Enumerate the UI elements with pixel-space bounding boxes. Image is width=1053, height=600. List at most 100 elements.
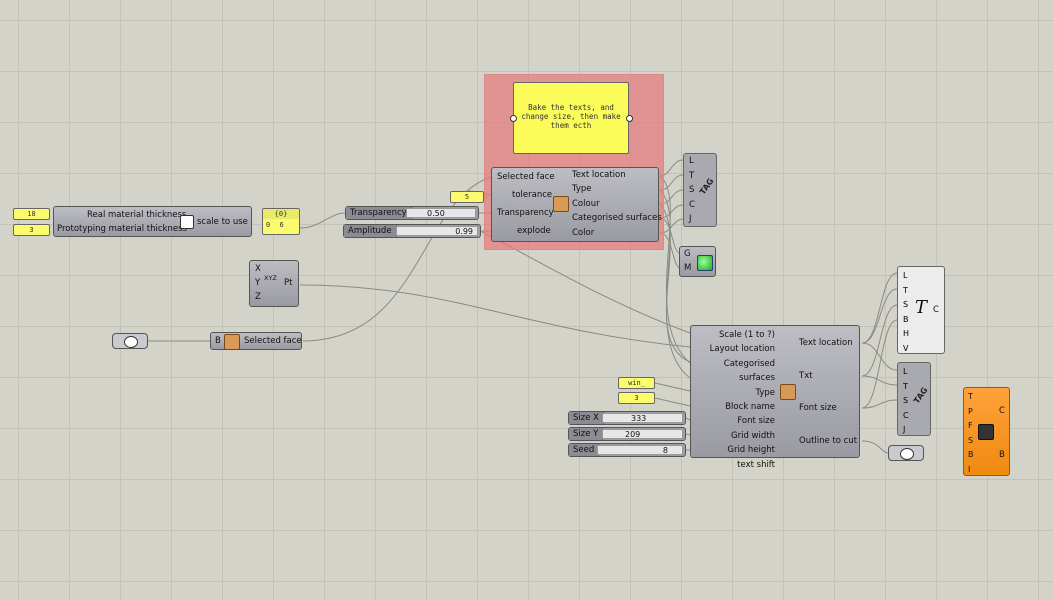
input-transparency[interactable]: Transparency [497, 208, 554, 218]
output-c[interactable]: C [933, 305, 939, 315]
tolerance-panel[interactable]: 5 [450, 191, 484, 203]
input-x[interactable]: X [255, 264, 261, 274]
real-thickness-panel[interactable]: 18 [13, 208, 50, 220]
wire [861, 375, 898, 386]
output-type[interactable]: Type [572, 184, 592, 194]
input-categorised-surfaces[interactable]: Categorised surfaces [691, 357, 775, 386]
output-text-location[interactable]: Text location [799, 338, 853, 348]
export-icon [978, 424, 994, 440]
input-y[interactable]: Y [255, 278, 260, 288]
text-tag-component[interactable]: L T S B H V T C [897, 266, 945, 354]
input-layout-location[interactable]: Layout location [691, 342, 775, 356]
port-t[interactable]: T [689, 171, 694, 181]
block-name-panel[interactable]: win_ [618, 377, 655, 389]
input-block-name[interactable]: Block name [691, 400, 775, 414]
input-selected-face[interactable]: Selected face [497, 172, 555, 182]
port-m[interactable]: M [684, 263, 691, 273]
output-outline-to-cut[interactable]: Outline to cut [799, 436, 857, 446]
brep-icon [124, 336, 138, 348]
input-proto-thickness[interactable]: Prototyping material thickness [57, 224, 187, 234]
scale-component[interactable]: Real material thickness Prototyping mate… [53, 206, 252, 237]
panel-value: win_ [628, 379, 645, 387]
brep-param[interactable] [112, 333, 148, 349]
input-p[interactable]: P [968, 405, 974, 420]
preview-icon [697, 255, 713, 271]
port-v[interactable]: V [903, 342, 909, 357]
output-scale[interactable]: scale to use [197, 217, 248, 227]
port-s[interactable]: S [903, 298, 909, 313]
output-c[interactable]: C [999, 406, 1005, 416]
selected-face-component[interactable]: B Selected face [210, 332, 302, 350]
input-f[interactable]: F [968, 419, 974, 434]
input-grid-height[interactable]: Grid height [691, 443, 775, 457]
output-font-size[interactable]: Font size [799, 403, 837, 413]
input-scale[interactable]: Scale (1 to ?) [691, 328, 775, 342]
output-txt[interactable]: Txt [799, 371, 813, 381]
size-x-slider[interactable]: Size X 333 [568, 411, 686, 425]
font-size-panel[interactable]: 3 [618, 392, 655, 404]
port-j[interactable]: J [689, 214, 692, 224]
export-component[interactable]: T P F S B I C B [963, 387, 1010, 476]
curve-param[interactable] [888, 445, 924, 461]
slider-track[interactable]: 8 [597, 445, 683, 455]
preview-component[interactable]: G M [679, 246, 716, 277]
transparency-slider[interactable]: Transparency 0.50 [345, 206, 479, 220]
output-colour[interactable]: Colour [572, 199, 600, 209]
output-text-location[interactable]: Text location [572, 170, 626, 180]
note-input-port[interactable] [510, 115, 517, 122]
slider-track[interactable]: 333 [602, 413, 683, 423]
input-text-shift[interactable]: text shift [691, 458, 775, 472]
input-explode[interactable]: explode [517, 226, 551, 236]
input-type[interactable]: Type [691, 386, 775, 400]
note-panel[interactable]: Bake the texts, and change size, then ma… [513, 82, 629, 154]
slider-value: 0.99 [455, 227, 473, 236]
port-t[interactable]: T [903, 284, 909, 299]
seed-slider[interactable]: Seed 8 [568, 443, 686, 457]
curve-icon [900, 448, 914, 460]
slider-track[interactable]: 0.50 [406, 208, 476, 218]
port-j[interactable]: J [903, 423, 909, 438]
input-b[interactable]: B [215, 336, 221, 346]
port-t[interactable]: T [903, 380, 909, 395]
port-h[interactable]: H [903, 327, 909, 342]
tolerance-value: 5 [464, 193, 470, 201]
amplitude-slider[interactable]: Amplitude 0.99 [343, 224, 481, 238]
port-c[interactable]: C [903, 409, 909, 424]
input-tolerance[interactable]: tolerance [512, 190, 552, 200]
note-output-port[interactable] [626, 115, 633, 122]
port-l[interactable]: L [903, 269, 909, 284]
tag-bottom-component[interactable]: L T S C J TAG [897, 362, 931, 436]
port-s[interactable]: S [903, 394, 909, 409]
output-selected-face[interactable]: Selected face [244, 336, 302, 346]
input-s[interactable]: S [968, 434, 974, 449]
input-real-thickness[interactable]: Real material thickness [87, 210, 186, 220]
port-g[interactable]: G [684, 249, 691, 259]
scale-result-panel[interactable]: {0} 0 6 [262, 208, 300, 235]
bake-component[interactable]: Selected face tolerance Transparency exp… [491, 167, 662, 242]
port-l[interactable]: L [689, 156, 694, 166]
input-t[interactable]: T [968, 390, 974, 405]
input-grid-width[interactable]: Grid width [691, 429, 775, 443]
wire [861, 288, 898, 344]
wire [654, 382, 691, 392]
construct-point-component[interactable]: X Y Z XYZ Pt [249, 260, 299, 307]
output-b[interactable]: B [999, 450, 1005, 460]
slider-track[interactable]: 209 [602, 429, 683, 439]
tag-label: TAG [698, 176, 716, 197]
slider-track[interactable]: 0.99 [396, 226, 478, 236]
port-l[interactable]: L [903, 365, 909, 380]
size-y-slider[interactable]: Size Y 209 [568, 427, 686, 441]
input-z[interactable]: Z [255, 292, 261, 302]
input-i[interactable]: I [968, 463, 974, 478]
input-b[interactable]: B [968, 448, 974, 463]
tag-top-component[interactable]: L T S C J TAG [683, 153, 717, 227]
output-categorised-surfaces[interactable]: Categorised surfaces [572, 213, 662, 223]
output-pt[interactable]: Pt [284, 278, 292, 288]
layout-component[interactable]: Scale (1 to ?) Layout location Categoris… [690, 325, 860, 470]
input-font-size[interactable]: Font size [691, 414, 775, 428]
port-b[interactable]: B [903, 313, 909, 328]
output-color[interactable]: Color [572, 228, 594, 238]
proto-thickness-panel[interactable]: 3 [13, 224, 50, 236]
port-c[interactable]: C [689, 200, 695, 210]
port-s[interactable]: S [689, 185, 694, 195]
